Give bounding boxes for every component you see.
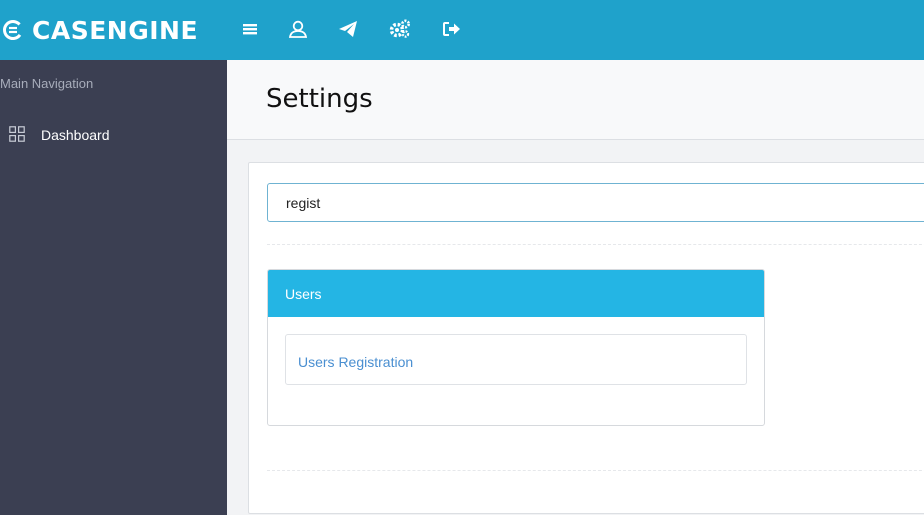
grid-icon xyxy=(9,126,25,142)
divider xyxy=(267,244,924,245)
results-group-panel: Users Users Registration xyxy=(267,269,765,426)
gears-icon[interactable] xyxy=(387,16,413,42)
divider xyxy=(267,470,924,471)
sidebar-item-label: Dashboard xyxy=(41,127,110,143)
result-item[interactable]: Users Registration xyxy=(285,334,747,385)
brand-name: CASENGINE xyxy=(32,15,199,45)
main-content: Settings Users Users Registration xyxy=(227,60,924,515)
paper-plane-icon[interactable] xyxy=(335,16,361,42)
brand-mark-icon xyxy=(3,20,23,40)
sign-out-icon[interactable] xyxy=(439,16,465,42)
results-group-header: Users xyxy=(268,270,764,317)
users-registration-link[interactable]: Users Registration xyxy=(298,354,413,370)
sidebar-item-dashboard[interactable]: Dashboard xyxy=(0,120,227,150)
settings-search-input[interactable] xyxy=(267,183,924,222)
page-title: Settings xyxy=(266,84,373,114)
brand-logo[interactable]: CASENGINE xyxy=(0,0,227,60)
user-icon[interactable] xyxy=(285,16,311,42)
page-header: Settings xyxy=(227,60,924,140)
settings-card: Users Users Registration xyxy=(248,162,924,514)
menu-icon[interactable] xyxy=(237,16,263,42)
nav-heading: Main Navigation xyxy=(0,76,94,91)
sidebar: Main Navigation Dashboard xyxy=(0,60,227,515)
results-group-title: Users xyxy=(285,286,322,302)
top-navbar: CASENGINE xyxy=(0,0,924,60)
